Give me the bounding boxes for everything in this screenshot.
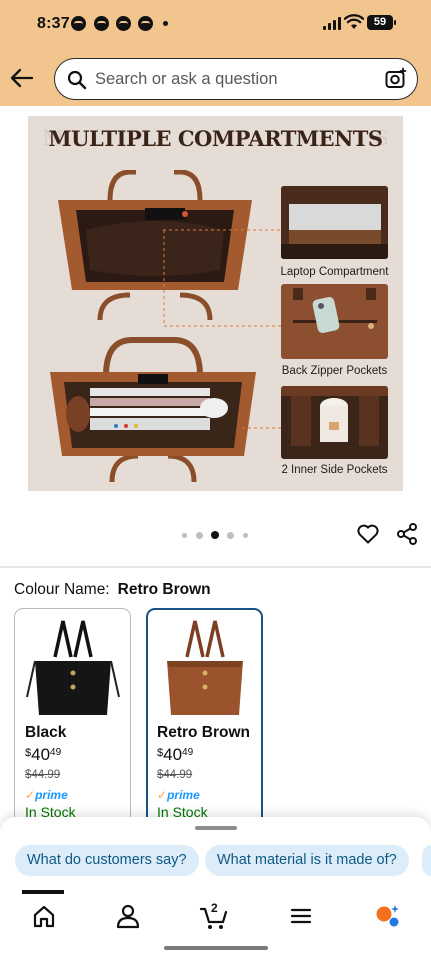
back-zipper-pocket-photo	[281, 284, 388, 359]
prime-badge: ✓prime	[25, 788, 68, 802]
home-icon[interactable]	[28, 902, 60, 930]
colour-option-price: $4049	[157, 745, 194, 764]
carousel-dot[interactable]	[182, 533, 187, 538]
more-notifications-dot	[163, 21, 168, 26]
suggestion-chip-partial[interactable]	[422, 845, 431, 876]
caption-back-zipper-pockets: Back Zipper Pockets	[281, 365, 388, 377]
black-bag-thumbnail	[26, 620, 120, 715]
cart-count-badge: 2	[211, 901, 218, 915]
active-tab-indicator	[22, 890, 64, 894]
search-input[interactable]: Search or ask a question	[95, 70, 278, 89]
suggestion-chip[interactable]: What material is it made of?	[205, 845, 409, 876]
arrow-left-icon	[10, 68, 34, 88]
share-icon[interactable]	[395, 522, 419, 546]
colour-option-retro-brown[interactable]: Retro Brown $4049 $44.99 ✓prime In Stock	[146, 608, 263, 828]
suggestion-chip[interactable]: What do customers say?	[15, 845, 199, 876]
inner-side-pockets-photo	[281, 386, 388, 459]
laptop-compartment-photo	[281, 186, 388, 259]
colour-label: Colour Name:	[14, 581, 110, 598]
search-icon	[67, 70, 87, 90]
status-time: 8:37	[37, 15, 70, 32]
selected-colour: Retro Brown	[117, 581, 211, 598]
colour-option-list-price: $44.99	[25, 769, 61, 781]
caption-inner-side-pockets: 2 Inner Side Pockets	[281, 464, 388, 476]
section-divider	[0, 566, 431, 568]
colour-name-row: Colour Name: Retro Brown	[14, 581, 211, 599]
colour-option-price: $4049	[25, 745, 62, 764]
header: 8:37 59 Search or ask a question	[0, 0, 431, 106]
battery-indicator: 59	[367, 15, 396, 30]
carousel-dot[interactable]	[243, 533, 248, 538]
menu-icon[interactable]	[285, 902, 317, 930]
product-image[interactable]: M S MULTIPLE COMPARTMENTS Laptop Compart…	[28, 116, 403, 491]
chat-notification-icon	[138, 16, 153, 31]
account-icon[interactable]	[112, 902, 144, 930]
gesture-bar[interactable]	[164, 946, 268, 950]
prime-badge: ✓prime	[157, 788, 200, 802]
chat-notification-icon	[94, 16, 109, 31]
caption-laptop-compartment: Laptop Compartment	[280, 266, 389, 278]
image-title: MULTIPLE COMPARTMENTS	[48, 126, 383, 151]
back-button[interactable]	[6, 62, 38, 94]
search-bar[interactable]: Search or ask a question	[54, 58, 418, 100]
rufus-icon[interactable]	[372, 902, 404, 930]
carousel-dot[interactable]	[196, 532, 203, 539]
wifi-icon	[344, 14, 364, 29]
colour-option-black[interactable]: Black $4049 $44.99 ✓prime In Stock	[14, 608, 131, 828]
carousel-dot[interactable]	[227, 532, 234, 539]
colour-option-name: Retro Brown	[157, 724, 250, 741]
colour-option-list-price: $44.99	[157, 769, 193, 781]
sheet-drag-handle[interactable]	[195, 826, 237, 830]
status-bar: 8:37 59	[0, 0, 431, 48]
carousel-dot-active[interactable]	[211, 531, 219, 539]
wishlist-heart-icon[interactable]	[356, 522, 380, 546]
chat-notification-icon	[71, 16, 86, 31]
brown-bag-thumbnail	[167, 620, 243, 715]
colour-option-name: Black	[25, 724, 67, 741]
camera-search-icon[interactable]	[384, 67, 408, 91]
signal-icon	[323, 16, 341, 30]
chat-notification-icon	[116, 16, 131, 31]
rufus-bottom-sheet	[0, 817, 431, 960]
product-page: 8:37 59 Search or ask a question M S MUL…	[0, 0, 431, 960]
connector-lines	[163, 229, 281, 429]
